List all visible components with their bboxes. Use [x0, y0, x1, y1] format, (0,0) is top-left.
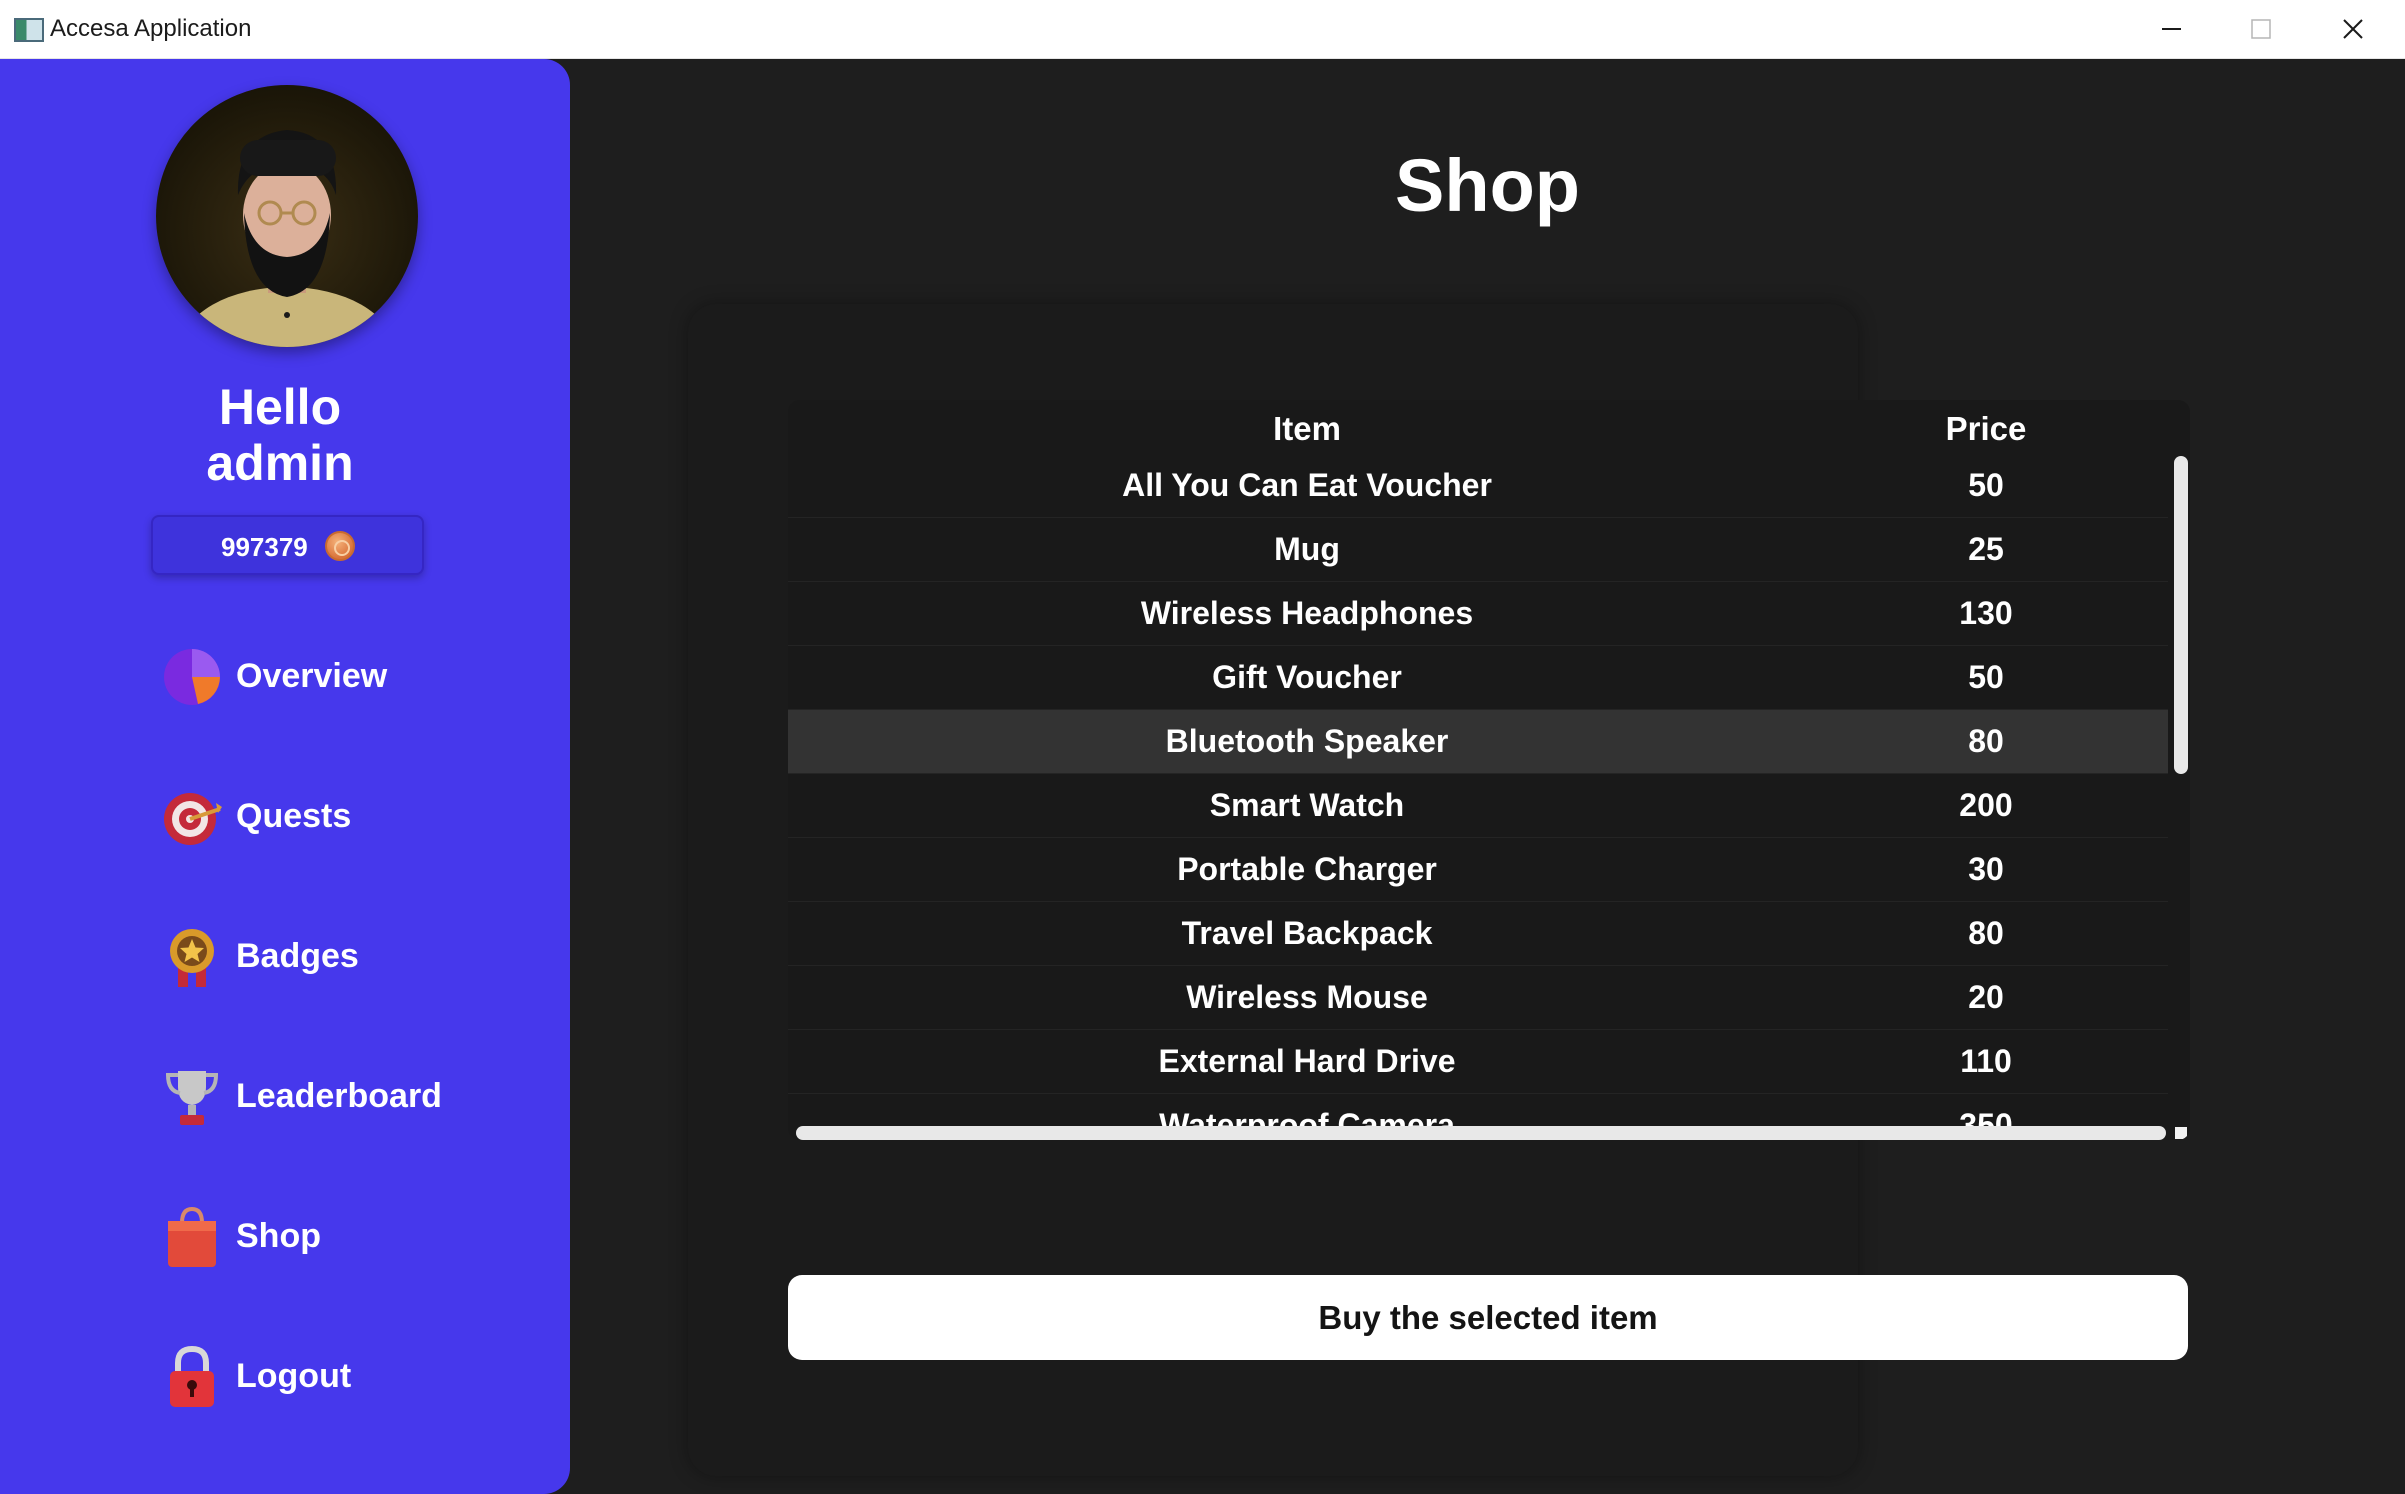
item-price-cell: 25	[1968, 531, 2004, 567]
maximize-button[interactable]	[2214, 0, 2306, 59]
item-name-cell: Gift Voucher	[1212, 659, 1402, 695]
table-row[interactable]: All You Can Eat Voucher 50	[788, 454, 2168, 518]
item-price-cell: 200	[1959, 787, 2013, 823]
item-price-cell: 110	[1960, 1043, 2012, 1079]
item-price-cell: 30	[1968, 851, 2004, 887]
table-row[interactable]: External Hard Drive 110	[788, 1030, 2168, 1094]
horizontal-scrollbar[interactable]	[796, 1126, 2166, 1140]
table-row[interactable]: Portable Charger 30	[788, 838, 2168, 902]
item-price-cell: 80	[1968, 723, 2004, 759]
table-header: Item Price	[788, 400, 2190, 456]
table-row[interactable]: Wireless Headphones 130	[788, 582, 2168, 646]
item-name-cell: Mug	[1274, 531, 1340, 567]
coin-icon	[325, 531, 355, 561]
minimize-button[interactable]	[2124, 0, 2216, 59]
target-icon	[164, 793, 222, 845]
shopping-bag-icon	[168, 1206, 216, 1267]
column-header-item[interactable]: Item	[788, 410, 1826, 448]
buy-selected-item-button[interactable]: Buy the selected item	[788, 1275, 2188, 1360]
shop-table[interactable]: Item Price All You Can Eat Voucher 50 Mug 2…	[788, 400, 2190, 1140]
item-price-cell: 350	[1959, 1107, 2013, 1126]
window-title: Accesa Application	[50, 15, 252, 42]
column-header-price[interactable]: Price	[1826, 410, 2146, 448]
table-row[interactable]: Waterproof Camera 350	[788, 1094, 2168, 1126]
item-price-cell: 130	[1959, 595, 2013, 631]
sidebar-item-overview[interactable]: Overview	[160, 637, 520, 717]
window-titlebar: Accesa Application	[0, 0, 2405, 59]
app-icon	[14, 18, 44, 42]
lock-icon	[170, 1345, 214, 1407]
table-row[interactable]: Gift Voucher 50	[788, 646, 2168, 710]
close-icon	[2343, 19, 2363, 39]
item-name-cell: All You Can Eat Voucher	[1122, 467, 1492, 503]
vertical-scrollbar[interactable]	[2174, 456, 2188, 774]
greeting: Hello admin	[120, 379, 440, 491]
sidebar: Hello admin 997379 Overview Quests Badge…	[0, 59, 570, 1494]
item-name-cell: Wireless Headphones	[1140, 595, 1474, 631]
avatar	[156, 85, 418, 347]
item-price-cell: 50	[1968, 659, 2004, 695]
item-name-cell: Travel Backpack	[1181, 915, 1433, 951]
table-row[interactable]: Bluetooth Speaker 80	[788, 710, 2168, 774]
page-title: Shop	[1395, 144, 1580, 227]
greeting-hello: Hello	[218, 379, 342, 435]
close-button[interactable]	[2306, 0, 2398, 59]
maximize-icon	[2251, 19, 2271, 39]
item-price-cell: 80	[1968, 915, 2004, 951]
item-name-cell: Portable Charger	[1177, 851, 1437, 887]
scrollbar-corner	[2175, 1127, 2187, 1139]
sidebar-item-label: Shop	[236, 1217, 321, 1255]
sidebar-item-label: Logout	[236, 1357, 352, 1395]
trophy-icon	[165, 1071, 219, 1125]
sidebar-item-quests[interactable]: Quests	[160, 777, 520, 857]
medal-icon	[170, 929, 214, 987]
sidebar-item-logout[interactable]: Logout	[160, 1337, 520, 1417]
sidebar-item-label: Quests	[236, 797, 352, 835]
item-price-cell: 20	[1968, 979, 2004, 1015]
item-name-cell: Bluetooth Speaker	[1165, 723, 1449, 759]
item-name-cell: Waterproof Camera	[1159, 1107, 1455, 1126]
item-name-cell: Smart Watch	[1209, 787, 1405, 823]
sidebar-item-shop[interactable]: Shop	[160, 1197, 520, 1277]
sidebar-item-badges[interactable]: Badges	[160, 917, 520, 997]
item-price-cell: 50	[1968, 467, 2004, 503]
sidebar-item-label: Badges	[236, 937, 359, 975]
table-row[interactable]: Wireless Mouse 20	[788, 966, 2168, 1030]
sidebar-item-label: Leaderboard	[236, 1077, 442, 1115]
table-row[interactable]: Travel Backpack 80	[788, 902, 2168, 966]
coin-balance-value: 997379	[221, 532, 308, 562]
pie-chart-icon	[164, 649, 220, 705]
sidebar-item-leaderboard[interactable]: Leaderboard	[160, 1057, 520, 1137]
item-name-cell: Wireless Mouse	[1186, 979, 1428, 1015]
table-body: All You Can Eat Voucher 50 Mug 25 Wireless H…	[788, 454, 2168, 1126]
sidebar-item-label: Overview	[236, 657, 388, 695]
minimize-icon	[2162, 28, 2181, 30]
coin-balance: 997379	[151, 515, 424, 575]
table-row[interactable]: Smart Watch 200	[788, 774, 2168, 838]
table-row[interactable]: Mug 25	[788, 518, 2168, 582]
greeting-username: admin	[206, 435, 354, 491]
item-name-cell: External Hard Drive	[1158, 1043, 1456, 1079]
